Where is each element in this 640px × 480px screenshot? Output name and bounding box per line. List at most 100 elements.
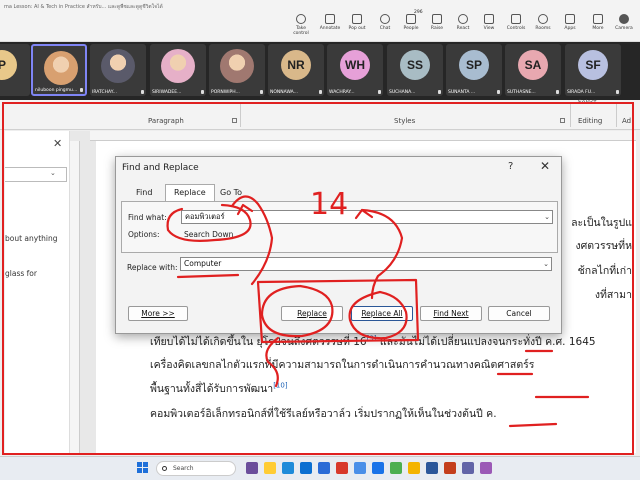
replace-button[interactable]: Replace: [281, 306, 343, 321]
toolbar-label: More: [592, 26, 604, 31]
app-icon[interactable]: [372, 462, 384, 474]
document-text-line[interactable]: ช้กลไกที่เก่า: [578, 262, 632, 279]
task-view-icon[interactable]: [246, 462, 258, 474]
participant-tile[interactable]: SP SUNANTA ...: [446, 44, 502, 96]
mic-muted-icon: [438, 90, 441, 94]
chat-icon: [380, 14, 390, 24]
pane-result-text[interactable]: glass for: [5, 269, 37, 278]
ribbon: Paragraph Styles Select Editing Ad: [0, 99, 640, 130]
toolbar-raise-hand-button[interactable]: Raise: [424, 14, 450, 31]
participant-tile[interactable]: PORNWIPH...: [209, 44, 265, 96]
footnote-reference[interactable]: [10]: [273, 382, 287, 390]
word-icon[interactable]: [318, 462, 330, 474]
ribbon-group-addins: Ad: [622, 117, 632, 125]
app-icon[interactable]: [354, 462, 366, 474]
participant-tile[interactable]: SIRIWADEE...: [150, 44, 206, 96]
tab-goto[interactable]: Go To: [220, 188, 242, 197]
find-what-input[interactable]: คอมพิวเตอร์ ⌄: [181, 210, 553, 224]
mic-muted-icon: [141, 90, 144, 94]
toolbar-chat-button[interactable]: Chat: [372, 14, 398, 31]
tab-replace[interactable]: Replace: [165, 184, 215, 202]
document-text-line[interactable]: เทียบได้ไม่ได้เกิดขึ้นใน ยุโรปจนถึงศตวรร…: [150, 333, 596, 350]
toolbar-pop-out-button[interactable]: Pop out: [344, 14, 370, 31]
participant-name: SUCHANA...: [389, 90, 416, 95]
toolbar-rooms-button[interactable]: Rooms: [530, 14, 556, 31]
toolbar-controls-button[interactable]: Controls: [503, 14, 529, 31]
replace-with-label: Replace with:: [127, 263, 178, 272]
paragraph-launcher-icon[interactable]: [232, 118, 237, 123]
document-text: งศตวรรษที่ห: [575, 240, 632, 252]
app-icon[interactable]: [390, 462, 402, 474]
start-icon[interactable]: [137, 462, 149, 474]
help-icon[interactable]: ?: [508, 161, 513, 172]
document-text-line[interactable]: ละเป็นในรูปแ: [571, 214, 632, 231]
edge-icon[interactable]: [282, 462, 294, 474]
close-icon[interactable]: ✕: [53, 137, 62, 150]
document-text-line[interactable]: คอมพิวเตอร์อิเล็กทรอนิกส์ที่ใช้รีเลย์หรื…: [150, 405, 497, 422]
replace-with-input[interactable]: Computer ⌄: [180, 257, 552, 271]
mail-icon[interactable]: [300, 462, 312, 474]
replace-all-button[interactable]: Replace All: [351, 306, 413, 321]
toolbar-label: Rooms: [535, 26, 551, 31]
participant-tile[interactable]: niluboon pingmu...: [31, 44, 87, 96]
toolbar-take-control-button[interactable]: Take control: [288, 14, 314, 36]
toolbar-more-button[interactable]: More: [585, 14, 611, 31]
toolbar-view-button[interactable]: View: [476, 14, 502, 31]
taskbar-search[interactable]: Search: [156, 461, 236, 476]
pane-result-text[interactable]: bout anything: [5, 234, 58, 243]
participant-tile[interactable]: SS SUCHANA...: [387, 44, 443, 96]
toolbar-apps-button[interactable]: Apps: [557, 14, 583, 31]
app-icon[interactable]: [480, 462, 492, 474]
document-text-line[interactable]: พื้นฐานทั้งสี่ได้รับการพัฒนา[10]: [150, 380, 288, 397]
horizontal-ruler[interactable]: [90, 131, 636, 141]
mic-muted-icon: [201, 90, 204, 94]
participant-tile[interactable]: SA SUTHASNE...: [505, 44, 561, 96]
ribbon-group-styles: Styles: [394, 117, 416, 125]
mic-muted-icon: [497, 90, 500, 94]
chevron-down-icon[interactable]: ⌄: [544, 211, 550, 223]
app-icon[interactable]: [336, 462, 348, 474]
footnote-reference[interactable]: [9]: [367, 335, 377, 343]
document-text-line[interactable]: งที่สามา: [595, 286, 632, 303]
participant-tile[interactable]: NR NONNAWA...: [268, 44, 324, 96]
participant-tile[interactable]: SF SIRADA FU...: [565, 44, 621, 96]
app-icon[interactable]: [444, 462, 456, 474]
people-icon: [406, 14, 416, 24]
document-text: เครื่องคิดเลขกลไกตัวแรกที่มีความสามารถใน…: [150, 359, 535, 371]
react-icon: [458, 14, 468, 24]
find-next-button[interactable]: Find Next: [420, 306, 482, 321]
teams-icon[interactable]: [462, 462, 474, 474]
app-icon[interactable]: [408, 462, 420, 474]
select-button[interactable]: Select: [578, 99, 597, 106]
participant-tile[interactable]: P: [0, 44, 30, 96]
participant-tile[interactable]: WH WACHRAY...: [327, 44, 383, 96]
avatar: WH: [340, 50, 370, 80]
vertical-ruler[interactable]: [70, 141, 80, 453]
cancel-button[interactable]: Cancel: [488, 306, 550, 321]
toolbar-react-button[interactable]: React: [450, 14, 476, 31]
chevron-down-icon[interactable]: ⌄: [50, 169, 56, 177]
pop-out-icon: [352, 14, 362, 24]
chevron-down-icon[interactable]: ⌄: [543, 258, 549, 270]
toolbar-label: Controls: [506, 26, 526, 31]
styles-launcher-icon[interactable]: [560, 118, 565, 123]
avatar: P: [0, 50, 17, 80]
raise-hand-icon: [432, 14, 442, 24]
close-icon[interactable]: ✕: [540, 159, 550, 173]
dialog-title: Find and Replace: [122, 163, 199, 173]
toolbar-annotate-button[interactable]: Annotate: [317, 14, 343, 31]
file-explorer-icon[interactable]: [264, 462, 276, 474]
toolbar-camera-button[interactable]: Camera: [611, 14, 637, 31]
participant-tile[interactable]: IRATCHAY...: [90, 44, 146, 96]
toolbar-label: Chat: [379, 26, 391, 31]
navigation-search-input[interactable]: [5, 167, 67, 182]
more-button[interactable]: More >>: [128, 306, 188, 321]
document-text-line[interactable]: เครื่องคิดเลขกลไกตัวแรกที่มีความสามารถใน…: [150, 356, 534, 373]
document-text-line[interactable]: งศตวรรษที่ห: [575, 237, 632, 254]
toolbar-label: View: [483, 26, 495, 31]
toolbar-label: Take control: [293, 26, 309, 36]
app-icon[interactable]: [426, 462, 438, 474]
tab-find[interactable]: Find: [136, 188, 152, 197]
toolbar-people-button[interactable]: People 296: [398, 10, 424, 31]
find-replace-dialog: Find and Replace ? ✕ Find Replace Go To …: [115, 156, 562, 334]
